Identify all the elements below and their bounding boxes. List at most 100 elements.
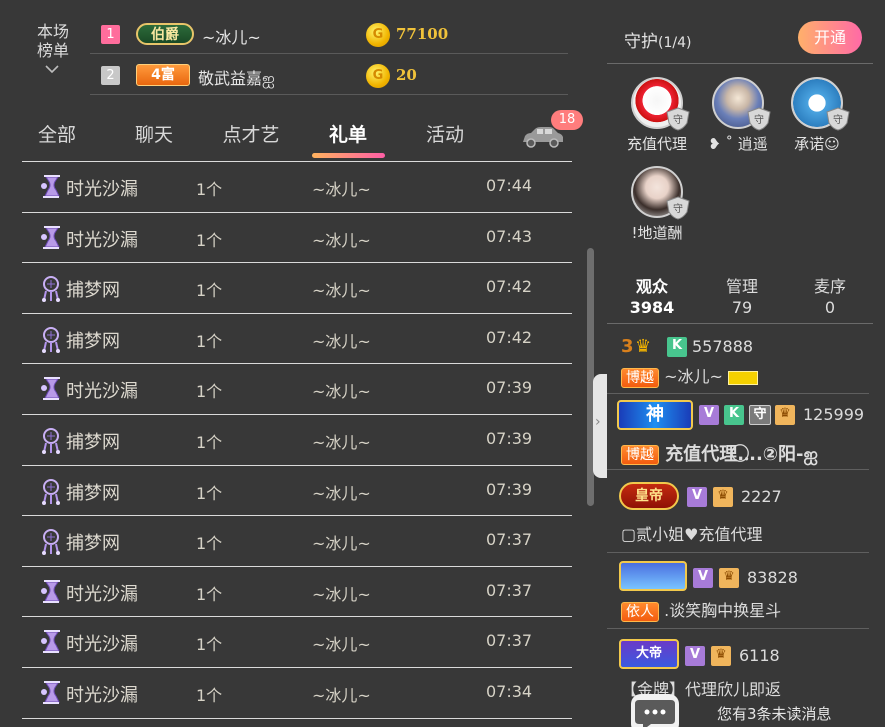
tab-mic-queue[interactable]: 麦序 0: [785, 276, 875, 318]
tab-activity[interactable]: 活动: [405, 120, 485, 147]
audience-item[interactable]: 3 ♛ K 557888 博越 ~冰儿~: [607, 326, 869, 394]
star-badge: ♛: [719, 568, 739, 588]
rank-user-name[interactable]: ~冰儿~: [202, 24, 261, 48]
v-badge: V: [699, 405, 719, 425]
gift-sender[interactable]: ~冰儿~: [312, 378, 371, 402]
gift-quantity: 1个: [196, 180, 223, 199]
level-badge: 3: [621, 336, 634, 357]
left-panel: 本场榜单 1 伯爵 ~冰儿~ G 77100 2 4富 敬武益嘉ஐ G 20 全…: [0, 0, 607, 727]
gift-time: 07:44: [486, 176, 533, 195]
avatar: 守: [712, 77, 771, 131]
audience-badges: 大帝 V ♛ 6118: [617, 639, 877, 669]
car-count-badge: 18: [551, 110, 583, 130]
svg-text:守: 守: [754, 113, 764, 126]
k-badge: K: [724, 405, 744, 425]
gift-time: 07:37: [486, 580, 533, 600]
star-badge: ♛: [711, 646, 731, 666]
gift-sender[interactable]: ~冰儿~: [312, 581, 371, 605]
svg-text:守: 守: [673, 113, 683, 126]
audience-name: ~冰儿~: [664, 367, 723, 386]
tab-all[interactable]: 全部: [17, 120, 97, 147]
dreamcatcher-icon: [38, 275, 64, 303]
gift-row[interactable]: 时光沙漏 1个 ~冰儿~ 07:37: [22, 567, 572, 618]
audience-id: 125999: [803, 405, 865, 424]
rank-number: 1: [101, 25, 120, 44]
gift-sender[interactable]: ~冰儿~: [312, 530, 371, 554]
open-guard-button[interactable]: 开通: [798, 21, 862, 54]
tab-gift-list[interactable]: 礼单: [308, 120, 388, 147]
gift-row[interactable]: 捕梦网 1个 ~冰儿~ 07:37: [22, 516, 572, 567]
guard-member[interactable]: 守 承诺☺: [779, 77, 855, 154]
avatar: 守: [631, 166, 690, 220]
gift-sender[interactable]: ~冰儿~: [312, 176, 371, 200]
gift-row[interactable]: 捕梦网 1个 ~冰儿~ 07:39: [22, 415, 572, 466]
v-badge: V: [687, 487, 707, 507]
hourglass-icon: [38, 579, 64, 607]
audience-item[interactable]: V ♛ 83828 依人 .谈笑胸中换星斗: [607, 553, 869, 629]
guard-member[interactable]: 守 充值代理: [619, 77, 695, 154]
gift-quantity: 1个: [196, 382, 223, 402]
fan-tag: 依人: [621, 601, 659, 622]
hourglass-icon: [38, 174, 64, 202]
gift-row[interactable]: 时光沙漏 1个 ~冰儿~ 07:39: [22, 364, 572, 415]
guard-title: 守护(1/4): [624, 32, 692, 52]
gift-time: 07:39: [486, 428, 533, 448]
gift-row[interactable]: 捕梦网 1个 ~冰儿~ 07:39: [22, 466, 572, 517]
tab-audience[interactable]: 观众 3984: [607, 276, 697, 318]
gift-name: 时光沙漏: [66, 684, 138, 706]
collapse-panel-button[interactable]: ›: [593, 374, 607, 478]
rank-row-2[interactable]: 2 4富 敬武益嘉ஐ G 20: [90, 57, 568, 95]
audience-id: 83828: [747, 568, 798, 587]
guard-member[interactable]: 守 ❥ ˚ 逍遥: [700, 77, 776, 154]
gift-row[interactable]: 时光沙漏 1个 ~冰儿~ 07:43: [22, 213, 572, 264]
audience-badges: V ♛ 83828: [617, 561, 877, 591]
coin-icon: G: [366, 23, 390, 47]
gift-sender[interactable]: ~冰儿~: [312, 328, 371, 352]
audience-item[interactable]: 皇帝 V ♛ 2227 ▢贰小姐♥充值代理: [607, 470, 869, 553]
chevron-down-icon[interactable]: [44, 64, 60, 74]
gift-quantity: 1个: [196, 483, 223, 503]
audience-badges: 皇帝 V ♛ 2227: [617, 482, 877, 510]
gift-row[interactable]: 时光沙漏 1个 ~冰儿~ 07:44: [22, 162, 572, 213]
audience-stats: 观众 3984 管理 79 麦序 0: [607, 274, 873, 324]
gift-sender[interactable]: ~冰儿~: [312, 429, 371, 453]
gift-row[interactable]: 时光沙漏 1个 ~冰儿~ 07:34: [22, 668, 572, 719]
gift-sender[interactable]: ~冰儿~: [312, 631, 371, 655]
tab-chat[interactable]: 聊天: [114, 120, 194, 147]
active-tab-indicator: [312, 153, 385, 158]
rank-label[interactable]: 本场榜单: [30, 22, 76, 60]
gift-name: 时光沙漏: [66, 583, 138, 605]
gift-quantity: 1个: [196, 584, 223, 604]
gift-time: 07:37: [486, 631, 533, 651]
god-badge: 神: [617, 400, 693, 430]
audience-item[interactable]: 神 V K 守 ♛ 125999 博越 充值代理..⃝..②阳-ஐ: [607, 394, 869, 470]
gift-row[interactable]: 捕梦网 1个 ~冰儿~ 07:42: [22, 314, 572, 365]
gift-sender[interactable]: ~冰儿~: [312, 227, 371, 251]
hourglass-icon: [38, 376, 64, 404]
gift-sender[interactable]: ~冰儿~: [312, 277, 371, 301]
guard-member[interactable]: 守 !地道酬: [619, 166, 695, 243]
chat-bubble-icon[interactable]: [631, 694, 679, 727]
gift-sender[interactable]: ~冰儿~: [312, 682, 371, 706]
fan-tag: 博越: [621, 445, 659, 465]
right-panel: 守护(1/4) 开通 守 充值代理 守 ❥ ˚ 逍遥 守 承诺☺ 守 !地道酬 …: [607, 0, 885, 727]
gold-bar-icon: [728, 370, 759, 385]
rank-number: 2: [101, 66, 120, 85]
guard-shield-icon: 守: [747, 107, 771, 131]
gift-row[interactable]: 时光沙漏 1个 ~冰儿~ 07:37: [22, 617, 572, 668]
gift-name: 捕梦网: [66, 533, 120, 555]
great-emperor-badge: 大帝: [619, 639, 679, 669]
dreamcatcher-icon: [38, 427, 64, 455]
gift-name: 时光沙漏: [66, 179, 138, 200]
svg-text:守: 守: [833, 113, 843, 126]
gift-row[interactable]: 捕梦网 1个 ~冰儿~ 07:42: [22, 263, 572, 314]
gift-time: 07:39: [486, 479, 533, 499]
hourglass-icon: [38, 225, 64, 253]
star-badge: ♛: [775, 405, 795, 425]
gift-sender[interactable]: ~冰儿~: [312, 480, 371, 504]
rank-row-1[interactable]: 1 伯爵 ~冰儿~ G 77100: [90, 16, 568, 54]
rank-user-name[interactable]: 敬武益嘉ஐ: [198, 65, 275, 90]
tab-managers[interactable]: 管理 79: [697, 276, 787, 318]
unread-message-notice[interactable]: 您有3条未读消息: [717, 703, 832, 724]
tab-talent[interactable]: 点才艺: [211, 120, 291, 147]
